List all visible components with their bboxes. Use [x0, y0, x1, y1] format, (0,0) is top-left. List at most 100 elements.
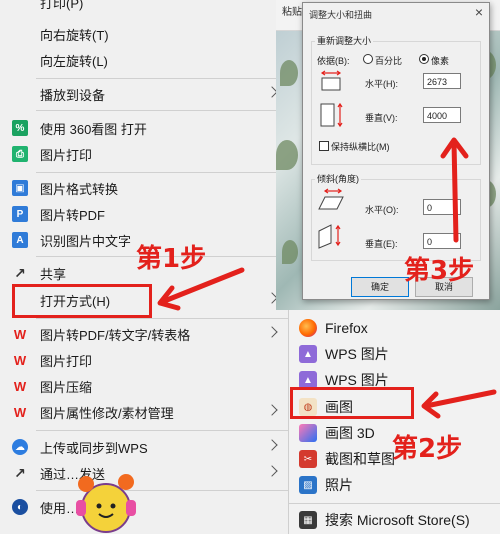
menu-item-label: 播放到设备 — [40, 87, 106, 103]
menu-item-upload-wps[interactable]: ☁ 上传或同步到WPS — [0, 435, 288, 459]
wps-icon: W — [13, 378, 27, 394]
share-icon: ↗ — [14, 264, 26, 281]
submenu-item-label: 照片 — [325, 477, 353, 493]
step2-label: 第2步 — [392, 434, 463, 464]
cartoon-sticker — [76, 474, 136, 533]
submenu-item-label: WPS 图片 — [325, 346, 389, 362]
menu-item-label: 向左旋转(L) — [40, 53, 108, 69]
submenu-separator — [289, 503, 500, 504]
menu-item-image-convert[interactable]: ▣ 图片格式转换 — [0, 176, 288, 200]
horizontal-resize-icon — [320, 70, 342, 91]
menu-item-label: 向右旋转(T) — [40, 27, 109, 43]
skew-vertical-label: 垂直(E): — [365, 239, 398, 249]
chevron-right-icon — [266, 465, 278, 477]
wps-icon: W — [13, 352, 27, 368]
printer-icon: ⎙ — [12, 146, 28, 162]
skew-vertical-input[interactable]: 0 — [423, 233, 461, 249]
highlight-paint — [290, 387, 414, 419]
menu-item-open-360-viewer[interactable]: % 使用 360看图 打开 — [0, 116, 288, 140]
menu-item-label: 图片打印 — [40, 353, 93, 369]
highlight-open-with — [12, 284, 152, 318]
menu-item-label: 图片压缩 — [40, 379, 93, 395]
submenu-item-photos[interactable]: ▨ 照片 — [289, 472, 500, 498]
menu-item-send-via[interactable]: ↗ 通过…发送 — [0, 461, 288, 485]
submenu-item-label: 截图和草图 — [325, 451, 395, 467]
keep-ratio-checkbox[interactable] — [319, 141, 329, 151]
menu-item-label: 图片打印 — [40, 147, 93, 163]
menu-item-label: 识别图片中文字 — [40, 233, 132, 249]
submenu-item-label: 搜索 Microsoft Store(S) — [325, 512, 470, 528]
submenu-item-wps-pictures[interactable]: ▲ WPS 图片 — [289, 341, 500, 367]
menu-item-scan[interactable]: ◐ 使用…进行扫描 — [0, 495, 288, 519]
image-convert-icon: ▣ — [12, 180, 28, 196]
keep-ratio-label: 保持纵横比(M) — [331, 142, 390, 152]
pixels-label: 像素 — [431, 56, 450, 66]
ok-button[interactable]: 确定 — [351, 277, 409, 297]
share-icon: ↗ — [14, 464, 26, 481]
menu-item-label: 打印(P) — [40, 0, 84, 11]
percent-label: 百分比 — [375, 56, 403, 66]
chevron-right-icon — [266, 326, 278, 338]
menu-item-image-print[interactable]: ⎙ 图片打印 — [0, 142, 288, 166]
leaf — [282, 240, 298, 264]
menu-separator — [36, 110, 288, 111]
resize-group-label: 重新调整大小 — [315, 34, 374, 47]
menu-item-cast-to-device[interactable]: 播放到设备 — [0, 82, 288, 106]
step1-label: 第1步 — [136, 244, 207, 274]
step3-label: 第3步 — [404, 256, 475, 286]
menu-item-print[interactable]: 打印(P) — [0, 0, 288, 14]
pdf-icon: P — [12, 206, 28, 222]
skew-group-label: 倾斜(角度) — [315, 172, 361, 185]
ocr-icon: A — [12, 232, 28, 248]
firefox-icon — [299, 319, 317, 337]
dialog-title: 调整大小和扭曲 — [309, 10, 373, 20]
vertical-label: 垂直(V): — [365, 113, 398, 123]
snip-sketch-icon: ✂ — [299, 450, 317, 468]
leaf — [276, 140, 298, 170]
chevron-right-icon — [266, 404, 278, 416]
submenu-item-store-search[interactable]: ▦ 搜索 Microsoft Store(S) — [289, 507, 500, 533]
cloud-icon: ☁ — [12, 439, 28, 455]
menu-item-wps-compress[interactable]: W 图片压缩 — [0, 374, 288, 398]
skew-horizontal-input[interactable]: 0 — [423, 199, 461, 215]
menu-separator — [36, 172, 288, 173]
shield-icon: ◐ — [12, 499, 28, 515]
submenu-item-firefox[interactable]: Firefox — [289, 315, 500, 341]
360-viewer-icon: % — [12, 120, 28, 136]
wps-icon: W — [13, 326, 27, 342]
photos-icon: ▨ — [299, 476, 317, 494]
horizontal-skew-icon — [318, 188, 344, 210]
menu-item-image-to-pdf[interactable]: P 图片转PDF — [0, 202, 288, 226]
vertical-input[interactable]: 4000 — [423, 107, 461, 123]
menu-item-rotate-left[interactable]: 向左旋转(L) — [0, 48, 288, 72]
skew-horizontal-label: 水平(O): — [365, 205, 399, 215]
menu-separator — [36, 430, 288, 431]
chevron-right-icon — [266, 439, 278, 451]
menu-item-wps-properties[interactable]: W 图片属性修改/素材管理 — [0, 400, 288, 424]
horizontal-label: 水平(H): — [365, 79, 398, 89]
menu-separator — [36, 78, 288, 79]
menu-item-label: 图片转PDF/转文字/转表格 — [40, 327, 191, 343]
pixels-radio[interactable] — [419, 54, 429, 64]
paste-label[interactable]: 粘贴 — [282, 3, 302, 18]
paint-3d-icon — [299, 424, 317, 442]
menu-item-label: 共享 — [40, 266, 67, 282]
percent-radio[interactable] — [363, 54, 373, 64]
vertical-resize-icon — [320, 102, 343, 128]
menu-separator — [36, 318, 288, 319]
by-label: 依据(B): — [317, 56, 350, 66]
menu-item-label: 图片属性修改/素材管理 — [40, 405, 174, 421]
horizontal-input[interactable]: 2673 — [423, 73, 461, 89]
menu-item-wps-convert[interactable]: W 图片转PDF/转文字/转表格 — [0, 322, 288, 346]
submenu-item-label: Firefox — [325, 320, 368, 336]
menu-item-wps-print[interactable]: W 图片打印 — [0, 348, 288, 372]
menu-item-label: 使用 360看图 打开 — [40, 121, 147, 137]
menu-item-rotate-right[interactable]: 向右旋转(T) — [0, 22, 288, 46]
close-icon[interactable]: × — [475, 4, 483, 20]
menu-item-label: 图片格式转换 — [40, 181, 119, 197]
vertical-skew-icon — [318, 224, 341, 249]
menu-item-label: 上传或同步到WPS — [40, 440, 148, 456]
open-with-submenu: Firefox ▲ WPS 图片 ▲ WPS 图片 ◍ 画图 画图 3D ✂ 截… — [288, 310, 500, 534]
submenu-item-label: 画图 3D — [325, 425, 375, 441]
menu-item-label: 图片转PDF — [40, 207, 106, 223]
